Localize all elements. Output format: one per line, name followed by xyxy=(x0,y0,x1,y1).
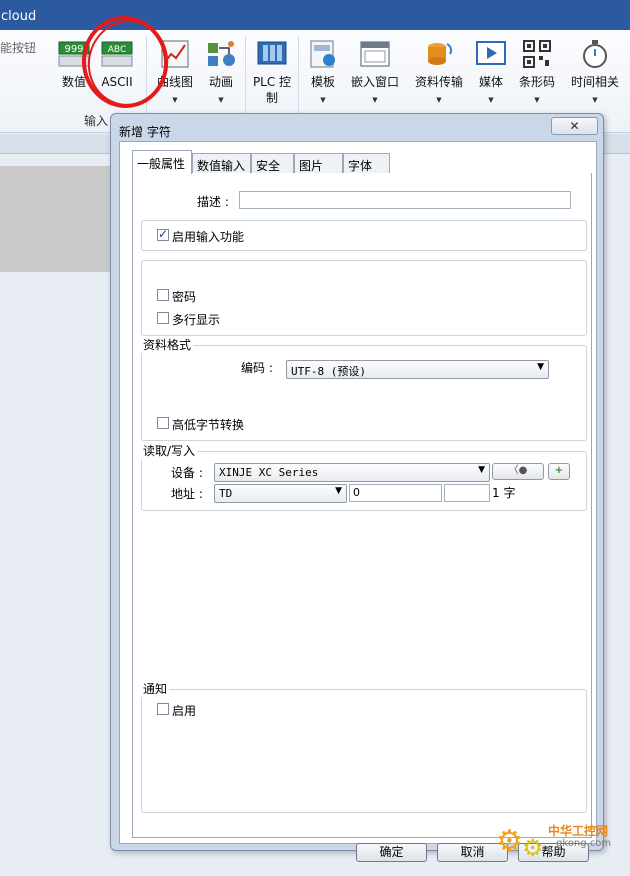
close-icon: ✕ xyxy=(569,119,580,133)
dropdown-arrow-icon: ▼ xyxy=(592,96,598,104)
data-transfer-icon xyxy=(428,43,453,65)
ribbon-button-label: 媒体 xyxy=(478,75,503,89)
encoding-select[interactable]: UTF-8 (预设) ▼ xyxy=(286,360,549,379)
tag-icon: 〈● xyxy=(508,465,528,476)
template-button[interactable]: 模板 ▼ xyxy=(303,34,343,114)
stopwatch-icon xyxy=(583,40,607,68)
general-properties-panel: 描述 : 启用输入功能 密码 多行显示 资料格式 编码 : UTF-8 (预设)… xyxy=(132,173,592,838)
watermark-url: gkong.com xyxy=(556,838,612,849)
ribbon-button-label: 条形码 xyxy=(518,75,555,89)
dropdown-arrow-icon: ▼ xyxy=(534,96,540,104)
media-play-icon xyxy=(476,41,506,65)
ribbon-cut-label[interactable]: 能按钮 xyxy=(0,39,36,56)
add-device-button[interactable]: + xyxy=(548,463,570,480)
ribbon-button-label: 资料传输 xyxy=(414,75,463,89)
notify-legend: 通知 xyxy=(141,680,170,697)
ribbon-button-label: 动画 xyxy=(208,75,233,89)
embedded-window-button[interactable]: 嵌入窗口 ▼ xyxy=(346,34,404,114)
enable-input-label: 启用输入功能 xyxy=(172,230,245,244)
encoding-value: UTF-8 (预设) xyxy=(291,365,366,378)
animation-icon xyxy=(208,41,235,66)
media-button[interactable]: 媒体 ▼ xyxy=(471,34,511,114)
tab-security[interactable]: 安全 xyxy=(251,153,294,173)
device-settings-button[interactable]: 〈● xyxy=(492,463,544,480)
animation-button[interactable]: 动画 ▼ xyxy=(201,34,241,114)
app-title: cloud xyxy=(1,9,37,24)
ribbon-button-label: 时间相关 xyxy=(570,75,619,89)
enable-input-checkbox[interactable] xyxy=(157,227,169,241)
device-value: XINJE XC Series xyxy=(219,466,319,479)
multiline-checkbox[interactable] xyxy=(157,312,169,324)
tab-general[interactable]: 一般属性 xyxy=(132,150,192,174)
tab-image[interactable]: 图片 xyxy=(294,153,343,173)
watermark-text: 中华工控网 xyxy=(548,824,609,838)
byte-swap-checkbox[interactable] xyxy=(157,417,169,429)
dialog-title: 新增 字符 xyxy=(119,125,171,139)
chevron-down-icon: ▼ xyxy=(335,486,342,496)
new-character-dialog: 新增 字符 ✕ 一般属性 数值输入 安全 图片 字体 描述 : 启用输入功能 密… xyxy=(110,113,604,862)
dropdown-arrow-icon: ▼ xyxy=(488,96,494,104)
plc-control-icon xyxy=(257,41,287,65)
dropdown-arrow-icon: ▼ xyxy=(436,96,442,104)
dropdown-arrow-icon: ▼ xyxy=(172,96,178,104)
ribbon-button-label: 模板 xyxy=(310,75,335,89)
chevron-down-icon: ▼ xyxy=(537,362,544,372)
address-extra-input[interactable] xyxy=(444,484,490,502)
notify-enable-checkbox[interactable] xyxy=(157,703,169,715)
tab-font[interactable]: 字体 xyxy=(343,153,390,173)
notify-group xyxy=(141,689,587,813)
address-label: 地址 : xyxy=(171,487,203,501)
word-count-label: 1 字 xyxy=(492,486,516,500)
time-related-button[interactable]: 时间相关 ▼ xyxy=(566,34,624,114)
multiline-label: 多行显示 xyxy=(172,313,221,327)
svg-text:999: 999 xyxy=(64,44,83,55)
dropdown-arrow-icon: ▼ xyxy=(320,96,326,104)
device-label: 设备 : xyxy=(171,466,203,480)
ribbon-button-label: PLC 控 制 xyxy=(252,75,292,105)
plc-control-button[interactable]: PLC 控 制 xyxy=(250,34,294,114)
gear-icon: ⚙ xyxy=(522,834,544,862)
data-transfer-button[interactable]: 资料传输 ▼ xyxy=(410,34,468,114)
device-select[interactable]: XINJE XC Series ▼ xyxy=(214,463,490,482)
description-input[interactable] xyxy=(239,191,571,209)
description-label: 描述 : xyxy=(197,195,229,209)
address-input[interactable]: 0 xyxy=(349,484,442,502)
password-label: 密码 xyxy=(172,290,197,304)
tab-numeric-input[interactable]: 数值输入 xyxy=(192,153,251,173)
qr-code-icon xyxy=(523,40,551,68)
add-icon: + xyxy=(554,465,564,476)
gear-icon: ⚙ xyxy=(496,824,523,859)
read-write-legend: 读取/写入 xyxy=(141,442,198,459)
template-icon xyxy=(310,40,335,68)
dropdown-arrow-icon: ▼ xyxy=(218,96,224,104)
app-titlebar: cloud xyxy=(0,0,630,30)
address-type-select[interactable]: TD ▼ xyxy=(214,484,347,503)
encoding-label: 编码 : xyxy=(241,361,273,375)
notify-enable-label: 启用 xyxy=(172,704,197,718)
data-format-legend: 资料格式 xyxy=(141,336,194,353)
byte-swap-label: 高低字节转换 xyxy=(172,418,245,432)
dropdown-arrow-icon: ▼ xyxy=(372,96,378,104)
workspace-area xyxy=(0,166,120,272)
dialog-body: 一般属性 数值输入 安全 图片 字体 描述 : 启用输入功能 密码 多行显示 资… xyxy=(119,141,597,862)
ribbon-button-label: 嵌入窗口 xyxy=(350,75,399,89)
close-button[interactable]: ✕ xyxy=(551,117,598,135)
embedded-window-icon xyxy=(360,41,390,67)
barcode-button[interactable]: 条形码 ▼ xyxy=(515,34,559,114)
chevron-down-icon: ▼ xyxy=(478,465,485,475)
address-type-value: TD xyxy=(219,487,233,500)
watermark-logo: ⚙ ⚙ 中华工控网 gkong.com xyxy=(496,820,626,868)
ok-button[interactable]: 确定 xyxy=(356,843,427,862)
password-checkbox[interactable] xyxy=(157,289,169,301)
ribbon-group-label: 输入 xyxy=(84,114,109,128)
